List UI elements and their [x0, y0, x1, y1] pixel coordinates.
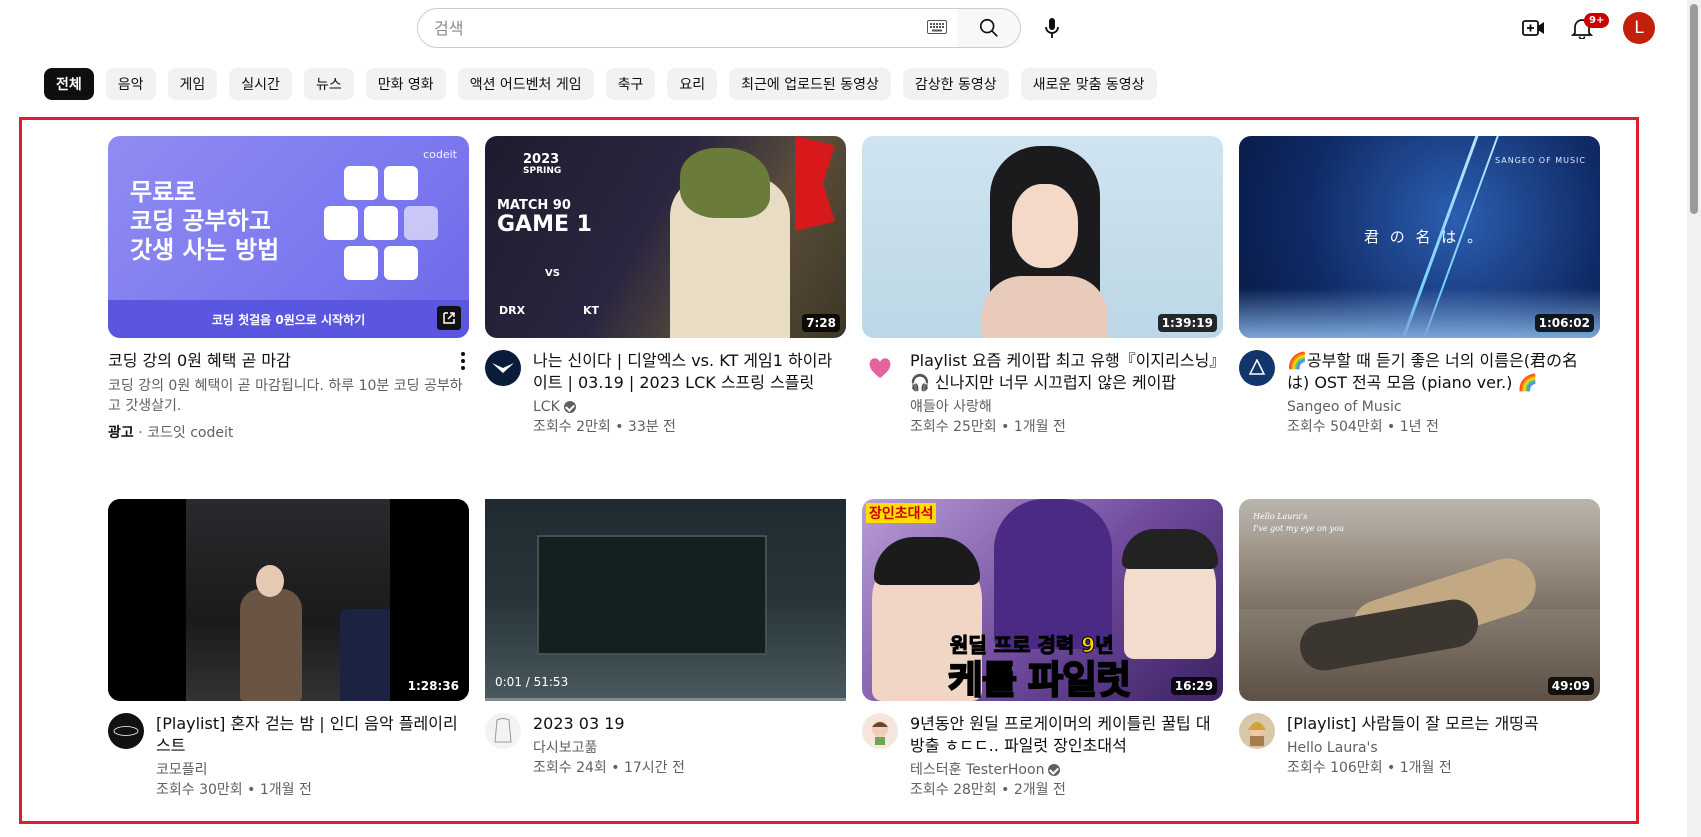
chip-news[interactable]: 뉴스 [303, 68, 354, 100]
chip-new-to-you[interactable]: 새로운 맞춤 동영상 [1020, 68, 1157, 100]
category-chips: 전체 음악 게임 실시간 뉴스 만화 영화 액션 어드벤처 게임 축구 요리 최… [44, 68, 1157, 100]
html-logo-tile [364, 206, 398, 240]
video-stats: 조회수 504만회 • 1년 전 [1287, 419, 1439, 435]
keyboard-icon[interactable] [927, 20, 947, 34]
sql-db-logo-tile [344, 246, 378, 280]
search-icon [979, 18, 998, 37]
video-stats: 조회수 24회 • 17시간 전 [533, 760, 685, 776]
external-link-icon[interactable] [437, 306, 461, 330]
video-duration: 7:28 [802, 314, 840, 332]
chip-animation[interactable]: 만화 영화 [365, 68, 446, 100]
chip-all[interactable]: 전체 [44, 68, 94, 100]
video-title[interactable]: [Playlist] 혼자 걷는 밤 | 인디 음악 플레이리스트 [156, 713, 469, 757]
ad-card[interactable]: codeit 무료로 코딩 공부하고 갓생 사는 방법 코딩 첫걸음 0원으로 … [108, 136, 469, 442]
notification-count-badge: 9+ [1584, 13, 1610, 28]
chip-soccer[interactable]: 축구 [605, 68, 656, 100]
video-duration: 1:06:02 [1534, 314, 1594, 332]
video-thumbnail[interactable]: 0:01 / 51:53 [485, 499, 846, 701]
channel-avatar[interactable] [108, 713, 144, 749]
scrollbar-thumb[interactable] [1690, 4, 1698, 214]
ad-cta-bar[interactable]: 코딩 첫걸음 0원으로 시작하기 [108, 300, 469, 338]
user-avatar[interactable]: L [1623, 12, 1655, 44]
heart-icon [869, 358, 891, 378]
ad-thumbnail[interactable]: codeit 무료로 코딩 공부하고 갓생 사는 방법 코딩 첫걸음 0원으로 … [108, 136, 469, 338]
channel-name[interactable]: 코모플리 [156, 760, 208, 780]
verified-badge-icon [563, 401, 576, 413]
ad-sponsor-label: 광고 · 코드잇 codeit [108, 425, 234, 441]
verified-badge-icon [1048, 764, 1061, 776]
top-header: 9+ L [0, 0, 1701, 56]
chip-games[interactable]: 게임 [167, 68, 218, 100]
more-options-icon[interactable] [461, 352, 465, 370]
chip-music[interactable]: 음악 [105, 68, 156, 100]
video-title[interactable]: [Playlist] 사람들이 잘 모르는 개띵곡 [1287, 713, 1600, 735]
js-logo-tile [344, 166, 378, 200]
search-button[interactable] [957, 8, 1021, 48]
video-title[interactable]: Playlist 요즘 케이팝 최고 유행『이지리스닝』🎧 신나지만 너무 시끄… [910, 350, 1223, 394]
player-time: 0:01 / 51:53 [495, 675, 569, 689]
notifications-button[interactable]: 9+ [1562, 8, 1610, 48]
sql-logo-tile [404, 206, 438, 240]
video-thumbnail[interactable]: 장인초대석 원딜 프로 경력 9년 케틀 파일럿 16:29 [862, 499, 1223, 701]
video-duration: 16:29 [1170, 677, 1217, 695]
video-duration: 1:28:36 [403, 677, 463, 695]
video-card[interactable]: 1:39:19 Playlist 요즘 케이팝 최고 유행『이지리스닝』🎧 신나… [862, 136, 1223, 437]
video-duration: 49:09 [1547, 677, 1594, 695]
video-progress-bar[interactable] [485, 698, 846, 701]
video-stats: 조회수 25만회 • 1개월 전 [910, 419, 1066, 435]
channel-name[interactable]: Sangeo of Music [1287, 397, 1402, 417]
channel-avatar[interactable] [485, 350, 521, 386]
search-input[interactable] [434, 18, 904, 38]
ad-title[interactable]: 코딩 강의 0원 혜택 곧 마감 [108, 350, 469, 372]
video-duration: 1:39:19 [1157, 314, 1217, 332]
search-box[interactable] [417, 8, 958, 48]
channel-avatar[interactable] [1239, 350, 1275, 386]
channel-name[interactable]: 얘들아 사랑해 [910, 397, 992, 417]
video-stats: 조회수 106만회 • 1개월 전 [1287, 760, 1452, 776]
react-logo-tile [384, 166, 418, 200]
chip-live[interactable]: 실시간 [229, 68, 292, 100]
chip-cooking[interactable]: 요리 [667, 68, 718, 100]
video-thumbnail[interactable]: 2023 SPRING MATCH 90 GAME 1 VS DRX KT 7:… [485, 136, 846, 338]
video-card[interactable]: 1:28:36 [Playlist] 혼자 걷는 밤 | 인디 음악 플레이리스… [108, 499, 469, 800]
video-add-icon [1522, 20, 1544, 36]
video-title[interactable]: 🌈공부할 때 듣기 좋은 너의 이름은(君の名は) OST 전곡 모음 (pia… [1287, 350, 1600, 394]
channel-avatar[interactable] [862, 713, 898, 749]
channel-avatar[interactable] [862, 350, 898, 386]
video-stats: 조회수 30만회 • 1개월 전 [156, 782, 312, 798]
video-card[interactable]: SANGEO OF MUSIC 君 の 名 は 。 1:06:02 🌈공부할 때… [1239, 136, 1600, 437]
chip-action-adventure[interactable]: 액션 어드벤처 게임 [457, 68, 594, 100]
ad-brand-logo: codeit [423, 148, 457, 161]
channel-logo-icon [113, 726, 139, 736]
channel-name[interactable]: Hello Laura's [1287, 738, 1378, 758]
channel-name[interactable]: 다시보고풂 [533, 738, 597, 758]
ad-description: 코딩 강의 0원 혜택이 곧 마감됩니다. 하루 10분 코딩 공부하고 갓생살… [108, 378, 463, 414]
page-scrollbar[interactable] [1687, 0, 1701, 837]
video-card[interactable]: 2023 SPRING MATCH 90 GAME 1 VS DRX KT 7:… [485, 136, 846, 437]
python-logo-tile [324, 206, 358, 240]
css-logo-tile [384, 246, 418, 280]
video-stats: 조회수 2만회 • 33분 전 [533, 419, 676, 435]
microphone-icon [1045, 18, 1059, 38]
video-thumbnail[interactable]: SANGEO OF MUSIC 君 の 名 は 。 1:06:02 [1239, 136, 1600, 338]
video-card[interactable]: 0:01 / 51:53 2023 03 19 다시보고풂 조회수 24회 • … [485, 499, 846, 778]
ad-thumbnail-heading: 무료로 코딩 공부하고 갓생 사는 방법 [130, 178, 280, 264]
create-button[interactable] [1514, 8, 1554, 48]
chip-watched[interactable]: 감상한 동영상 [902, 68, 1009, 100]
video-thumbnail[interactable]: 1:28:36 [108, 499, 469, 701]
video-stats: 조회수 28만회 • 2개월 전 [910, 782, 1066, 798]
channel-name[interactable]: 테스터훈 TesterHoon [910, 760, 1044, 780]
channel-name[interactable]: LCK [533, 397, 560, 417]
video-thumbnail[interactable]: 1:39:19 [862, 136, 1223, 338]
video-card[interactable]: 장인초대석 원딜 프로 경력 9년 케틀 파일럿 16:29 9년동안 원딜 프… [862, 499, 1223, 800]
channel-avatar[interactable] [1239, 713, 1275, 749]
voice-search-button[interactable] [1032, 8, 1072, 48]
video-card[interactable]: Hello Laura's I've got my eye on you 49:0… [1239, 499, 1600, 778]
channel-avatar[interactable] [485, 713, 521, 749]
video-title[interactable]: 나는 신이다 | 디알엑스 vs. KT 게임1 하이라이트 | 03.19 |… [533, 350, 846, 394]
video-title[interactable]: 2023 03 19 [533, 713, 846, 735]
chip-recently-uploaded[interactable]: 최근에 업로드된 동영상 [729, 68, 891, 100]
video-title[interactable]: 9년동안 원딜 프로게이머의 케이틀린 꿀팁 대방출 ㅎㄷㄷ.. 파일럿 장인초… [910, 713, 1223, 757]
video-thumbnail[interactable]: Hello Laura's I've got my eye on you 49:0… [1239, 499, 1600, 701]
